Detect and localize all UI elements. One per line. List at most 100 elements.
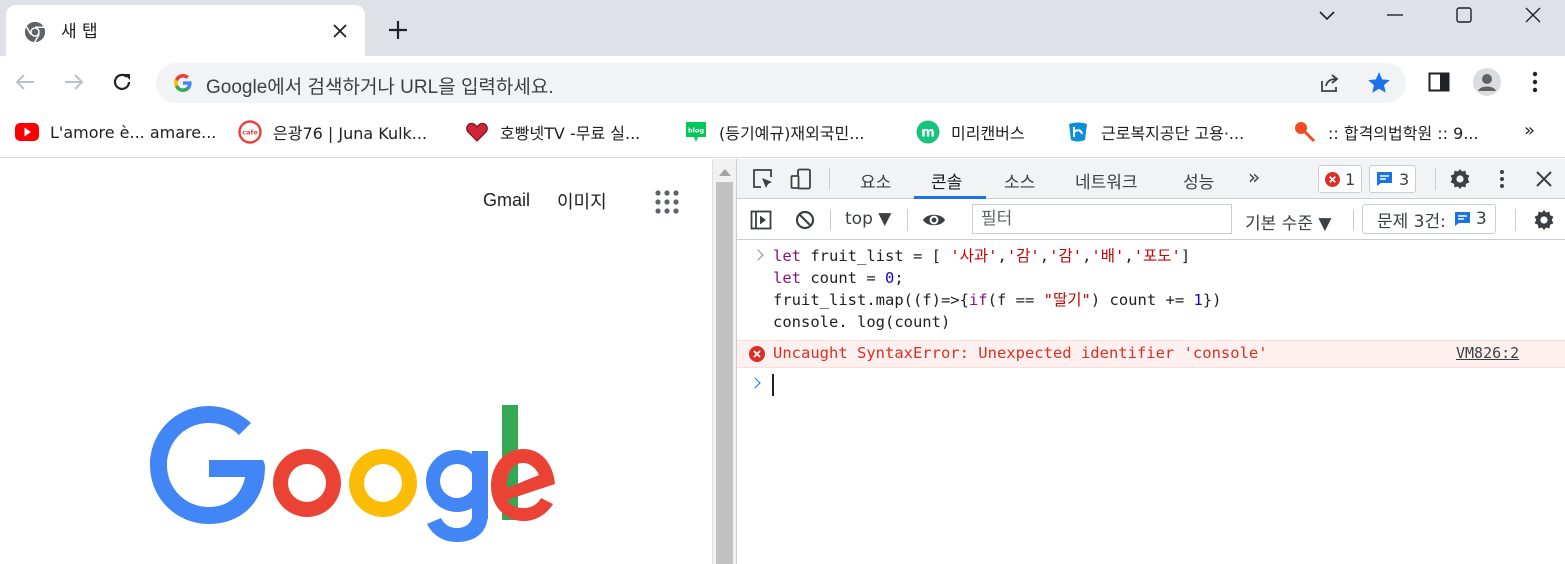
scroll-up-arrow-icon[interactable] — [719, 169, 731, 176]
blog-icon: blog — [684, 120, 708, 144]
images-link[interactable]: 이미지 — [557, 188, 607, 214]
tab-sources[interactable]: 소스 — [1004, 168, 1035, 193]
bookmark-label: L'amore è... amare... — [50, 122, 217, 142]
devtools-settings-button[interactable] — [1448, 167, 1472, 191]
toolbar-divider — [1515, 209, 1516, 231]
new-tab-page: Gmail 이미지 — [0, 159, 712, 564]
bookmark-label: :: 합격의법학원 :: 9... — [1328, 124, 1479, 143]
tab-console[interactable]: 콘솔 — [931, 168, 962, 193]
toolbar-divider — [1353, 209, 1354, 231]
bookmark-item[interactable]: 근로복지공단 고용·... — [1066, 120, 1244, 144]
console-error-message: Uncaught SyntaxError: Unexpected identif… — [737, 340, 1565, 368]
devtools-menu-button[interactable] — [1490, 167, 1514, 191]
inspect-icon — [753, 169, 772, 188]
minimize-button[interactable] — [1380, 2, 1410, 28]
code-line: console. log(count) — [773, 313, 951, 331]
bookmark-item[interactable]: blog (등기예규)재외국민... — [684, 120, 865, 144]
bookmark-label: 은광76 | Juna Kulk... — [273, 124, 428, 143]
console-filter-input[interactable] — [972, 204, 1232, 234]
bookmark-item[interactable]: m 미리캔버스 — [916, 120, 1025, 144]
live-expression-button[interactable] — [922, 208, 946, 232]
context-selector[interactable]: top ▼ — [845, 209, 891, 229]
plus-icon — [389, 21, 407, 39]
cafe-icon: cafe — [238, 120, 262, 144]
page-scrollbar[interactable] — [712, 159, 736, 564]
bookmark-item[interactable]: 호빵넷TV -무료 실... — [465, 120, 640, 144]
toolbar-divider — [907, 209, 908, 231]
devtools-close-button[interactable] — [1532, 167, 1556, 191]
clear-console-button[interactable] — [793, 208, 817, 232]
close-icon — [1525, 7, 1541, 23]
show-sidebar-button[interactable] — [749, 208, 773, 232]
error-text: Uncaught SyntaxError: Unexpected identif… — [773, 344, 1268, 362]
error-icon — [1325, 171, 1340, 187]
profile-button[interactable] — [1473, 68, 1501, 96]
maximize-icon — [1456, 7, 1472, 23]
bookmark-label: 호빵넷TV -무료 실... — [500, 124, 641, 143]
scrollbar-thumb[interactable] — [716, 182, 733, 564]
toolbar-divider — [1435, 168, 1436, 190]
chevron-down-icon — [1319, 11, 1335, 21]
error-count-badge[interactable]: 1 — [1318, 165, 1363, 193]
arrow-left-icon — [15, 74, 34, 90]
devtools-tab-bar: 요소 콘솔 소스 네트워크 성능 » 1 3 — [737, 159, 1565, 199]
bookmark-item[interactable]: :: 합격의법학원 :: 9... — [1293, 120, 1479, 144]
reload-button[interactable] — [108, 68, 136, 96]
bookmarks-overflow-button[interactable]: » — [1524, 120, 1535, 141]
toolbar-divider — [829, 168, 830, 190]
window-close-button[interactable] — [1518, 2, 1548, 28]
device-icon — [790, 168, 811, 190]
bookmark-item[interactable]: cafe 은광76 | Juna Kulk... — [238, 120, 427, 144]
google-logo — [150, 405, 555, 542]
omnibox[interactable]: Google에서 검색하거나 URL을 입력하세요. — [156, 63, 1406, 103]
google-apps-icon[interactable] — [654, 189, 680, 215]
eye-icon — [923, 214, 945, 226]
code-line: let count = 0; — [773, 269, 904, 287]
inspect-element-button[interactable] — [751, 167, 775, 191]
tab-close-button[interactable] — [328, 19, 352, 43]
pin-icon — [1293, 120, 1317, 144]
browser-menu-button[interactable] — [1521, 68, 1549, 96]
tab-strip: 새 탭 — [0, 0, 1565, 56]
tab-elements[interactable]: 요소 — [860, 168, 891, 193]
gmail-link[interactable]: Gmail — [483, 190, 530, 211]
bookmark-star-icon[interactable] — [1366, 70, 1392, 96]
issues-button[interactable]: 문제 3건: 3 — [1362, 204, 1496, 234]
issues-count: 3 — [1475, 209, 1487, 229]
kebab-menu-icon — [1500, 170, 1504, 188]
share-icon[interactable] — [1318, 71, 1342, 95]
tab-search-button[interactable] — [1312, 2, 1342, 28]
forward-button[interactable] — [60, 68, 88, 96]
issue-count-badge[interactable]: 3 — [1369, 165, 1417, 193]
heart-icon — [465, 120, 489, 144]
console-prompt[interactable] — [737, 372, 1565, 398]
tab-new-tab[interactable]: 새 탭 — [6, 5, 365, 56]
log-levels-dropdown[interactable]: 기본 수준 ▼ — [1245, 209, 1331, 234]
close-icon — [1536, 171, 1552, 187]
bookmark-label: 미리캔버스 — [951, 124, 1025, 143]
more-tabs-button[interactable]: » — [1248, 165, 1260, 189]
miricanvas-icon: m — [916, 120, 940, 144]
side-panel-button[interactable] — [1425, 68, 1453, 96]
back-button[interactable] — [11, 68, 39, 96]
omnibox-placeholder: Google에서 검색하거나 URL을 입력하세요. — [206, 77, 554, 98]
tab-performance[interactable]: 성능 — [1183, 168, 1214, 193]
kebab-menu-icon — [1532, 71, 1538, 93]
console-settings-button[interactable] — [1532, 208, 1556, 232]
maximize-button[interactable] — [1449, 2, 1479, 28]
blog-icon-text: blog — [688, 127, 704, 135]
google-g-icon — [174, 74, 192, 92]
bookmark-item[interactable]: L'amore è... amare... — [15, 120, 216, 144]
error-icon — [749, 346, 765, 362]
side-panel-icon — [1428, 72, 1450, 92]
minimize-icon — [1387, 14, 1403, 16]
device-toolbar-button[interactable] — [789, 167, 813, 191]
devtools-panel: 요소 콘솔 소스 네트워크 성능 » 1 3 top ▼ 필터 기본 수준 ▼ … — [736, 159, 1565, 564]
new-tab-button[interactable] — [384, 16, 412, 44]
close-icon — [333, 24, 347, 38]
error-source-link[interactable]: VM826:2 — [1456, 344, 1519, 362]
browser-toolbar: Google에서 검색하거나 URL을 입력하세요. — [0, 56, 1565, 106]
console-output[interactable]: let fruit_list = [ '사과','감','감','배','포도'… — [737, 241, 1565, 564]
block-icon — [795, 210, 815, 230]
tab-network[interactable]: 네트워크 — [1075, 168, 1138, 193]
